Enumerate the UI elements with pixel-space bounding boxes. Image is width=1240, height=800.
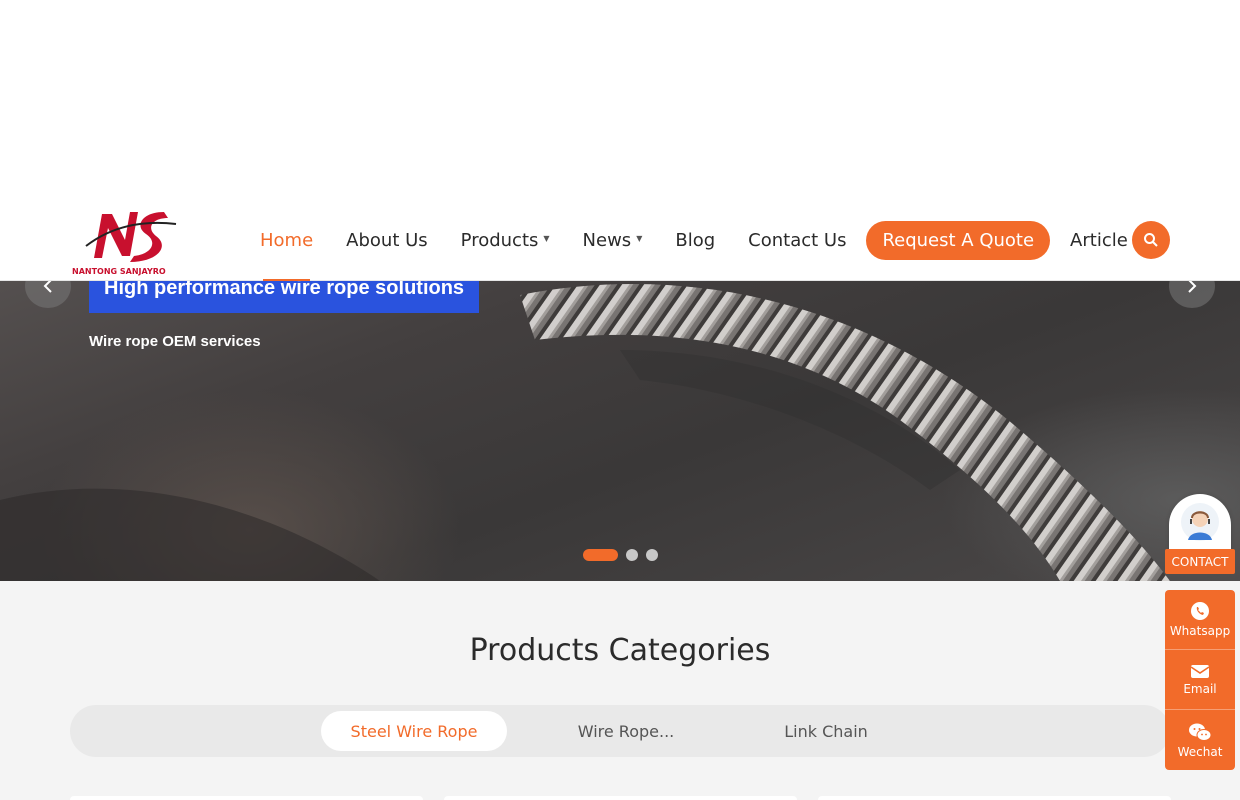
carousel-dot-1[interactable] — [583, 549, 618, 561]
nav-label: Home — [260, 229, 314, 251]
nav-label: Blog — [675, 229, 716, 251]
nav-home[interactable]: Home — [260, 220, 314, 281]
page: High performance wire rope solutions Wir… — [0, 0, 1240, 800]
tab-steel-wire-rope[interactable]: Steel Wire Rope — [321, 711, 507, 751]
nav-label: About Us — [346, 229, 428, 251]
nav-label: Contact Us — [748, 229, 847, 251]
products-categories-section: Products Categories Steel Wire Rope Wire… — [0, 581, 1240, 800]
nav-products[interactable]: Products ▼ — [461, 220, 550, 260]
category-tabs: Steel Wire Rope Wire Rope... Link Chain — [70, 705, 1170, 757]
section-title: Products Categories — [469, 633, 771, 668]
nav-contact-us[interactable]: Contact Us — [748, 220, 846, 260]
main-nav: Home About Us Products ▼ News ▼ Blog Con… — [260, 220, 1161, 281]
brand-logo-mark: NANTONG SANJAYRO — [72, 212, 177, 276]
site-header: NANTONG SANJAYRO Home About Us Products … — [0, 200, 1240, 281]
search-button[interactable] — [1132, 221, 1170, 259]
nav-article[interactable]: Article — [1070, 220, 1128, 260]
product-card[interactable] — [818, 796, 1171, 800]
wechat-button[interactable]: Wechat — [1165, 710, 1235, 770]
product-card[interactable] — [444, 796, 797, 800]
email-button[interactable]: Email — [1165, 650, 1235, 710]
contact-label[interactable]: CONTACT — [1165, 549, 1235, 574]
chevron-left-icon — [43, 279, 52, 293]
hero-subtitle: Wire rope OEM services — [89, 333, 261, 350]
whatsapp-button[interactable]: Whatsapp — [1165, 590, 1235, 650]
support-avatar — [1169, 494, 1231, 556]
request-quote-button[interactable]: Request A Quote — [866, 220, 1051, 260]
customer-service-icon — [1181, 503, 1219, 541]
side-contact-panel: Whatsapp Email Wechat — [1165, 590, 1235, 770]
tab-link-chain[interactable]: Link Chain — [733, 711, 919, 751]
chevron-right-icon — [1188, 279, 1197, 293]
chevron-down-icon: ▼ — [543, 233, 550, 243]
email-label: Email — [1183, 682, 1217, 696]
tab-wire-rope-accessories[interactable]: Wire Rope... — [533, 711, 719, 751]
brand-logo-text: NANTONG SANJAYRO — [72, 267, 166, 276]
nav-about-us[interactable]: About Us — [346, 220, 428, 260]
carousel-dot-3[interactable] — [646, 549, 658, 561]
wechat-icon — [1189, 723, 1212, 741]
wechat-label: Wechat — [1177, 744, 1223, 759]
email-icon — [1190, 665, 1210, 678]
active-underline — [263, 279, 311, 281]
nav-label: News — [582, 229, 632, 251]
nav-blog[interactable]: Blog — [675, 220, 715, 260]
whatsapp-icon — [1191, 602, 1209, 620]
contact-widget[interactable]: CONTACT — [1165, 494, 1235, 574]
nav-news[interactable]: News ▼ — [583, 220, 643, 260]
product-card[interactable] — [70, 796, 423, 800]
search-icon — [1144, 233, 1158, 247]
whatsapp-label: Whatsapp — [1169, 624, 1231, 638]
chevron-down-icon: ▼ — [636, 233, 643, 243]
carousel-dots — [583, 549, 666, 561]
nav-label: Article — [1070, 229, 1128, 251]
carousel-dot-2[interactable] — [626, 549, 638, 561]
nav-label: Products — [460, 229, 539, 251]
brand-logo[interactable]: NANTONG SANJAYRO — [72, 206, 186, 276]
